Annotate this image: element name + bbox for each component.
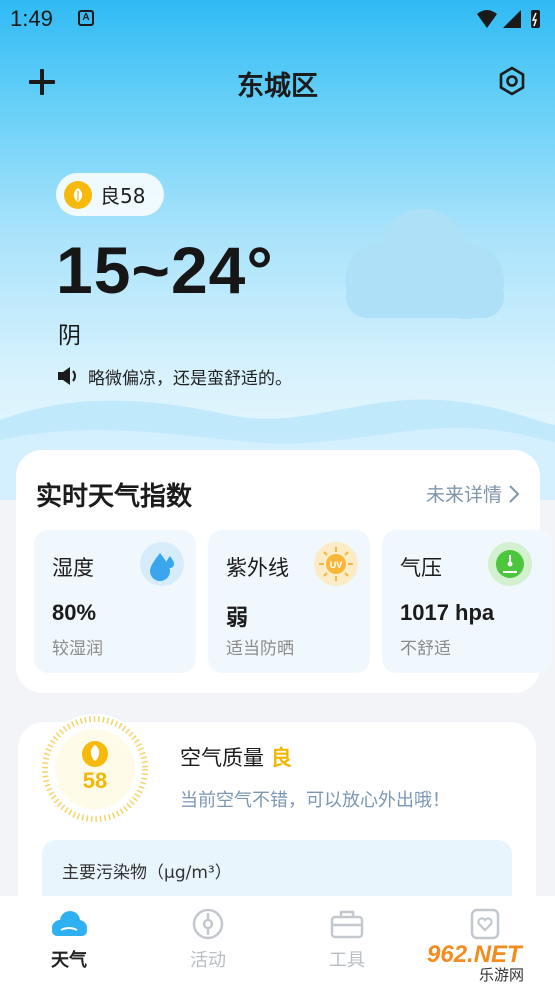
air-quality-card[interactable]: 58 空气质量 良 当前空气不错，可以放心外出哦！ 主要污染物（μg/m³） [18,714,536,930]
aqi-value: 58 [83,768,107,793]
status-icons [477,10,540,28]
weather-tip[interactable]: 略微偏凉，还是蛮舒适的。 [56,364,292,389]
tile-value: 弱 [226,606,249,631]
compass-icon [192,908,224,940]
future-details-link[interactable]: 未来详情 [426,480,520,507]
air-quality-title: 空气质量 良 [180,742,292,772]
speaker-icon [58,367,76,385]
uv-tile[interactable]: 紫外线 UV 弱 适当防晒 [208,530,370,673]
watermark-sub: 乐游网 [479,966,524,984]
air-quality-level: 良 [270,746,292,770]
battery-icon [531,10,540,28]
tab-label: 天气 [51,950,87,971]
tab-label: 活动 [190,950,226,971]
city-title[interactable]: 东城区 [0,64,555,103]
pressure-tile[interactable]: 气压 1017 hpa 不舒适 [382,530,552,673]
index-card-title: 实时天气指数 [36,482,193,512]
tile-note: 不舒适 [400,639,451,659]
weather-cloud-icon [52,911,87,936]
uv-sun-icon: UV [314,542,358,586]
settings-icon[interactable] [497,66,527,96]
aqi-gauge: 58 [40,714,150,824]
tile-value: 1017 hpa [400,600,495,625]
cloud-icon [345,209,504,319]
tile-value: 80% [52,600,97,625]
leaf-icon [64,180,92,209]
tile-label: 湿度 [52,556,94,580]
tile-label: 气压 [400,556,442,580]
water-drop-icon [140,542,184,586]
tab-activity[interactable]: 活动 [163,904,253,984]
toolbox-icon [330,910,364,939]
air-quality-label: 空气质量 [180,746,264,770]
pressure-gauge-icon [488,542,532,586]
tab-label: 工具 [329,950,365,971]
notification-badge: A [78,10,94,26]
temperature-range: 15~24° [56,233,274,307]
watermark-logo: 962.NET 乐游网 [427,941,524,984]
aqi-pill[interactable]: 良58 [56,173,164,216]
air-quality-desc: 当前空气不错，可以放心外出哦！ [180,790,450,811]
weather-condition: 阴 [58,323,81,349]
signal-icon [503,10,521,28]
status-time: 1:49 [10,6,53,31]
tile-note: 适当防晒 [226,639,294,659]
status-bar: 1:49 A [0,0,555,38]
svg-text:UV: UV [330,560,343,570]
weather-index-card: 实时天气指数 未来详情 湿度 80% 较湿润 紫外线 UV 弱 适当防晒 气压 … [16,450,552,693]
watermark-text: 962.NET [427,941,524,968]
tile-note: 较湿润 [52,639,103,659]
pollutant-title: 主要污染物（μg/m³） [62,863,232,883]
future-details-label: 未来详情 [425,484,502,506]
tab-tools[interactable]: 工具 [302,904,392,984]
aqi-pill-text: 良58 [100,184,146,208]
tab-weather[interactable]: 天气 [24,904,114,984]
humidity-tile[interactable]: 湿度 80% 较湿润 [34,530,196,673]
weather-tip-text: 略微偏凉，还是蛮舒适的。 [88,368,292,389]
chevron-right-icon [509,484,520,503]
top-bar: 东城区 [0,58,555,104]
heart-icon [470,908,500,940]
wifi-icon [477,10,497,28]
tile-label: 紫外线 [226,556,289,580]
